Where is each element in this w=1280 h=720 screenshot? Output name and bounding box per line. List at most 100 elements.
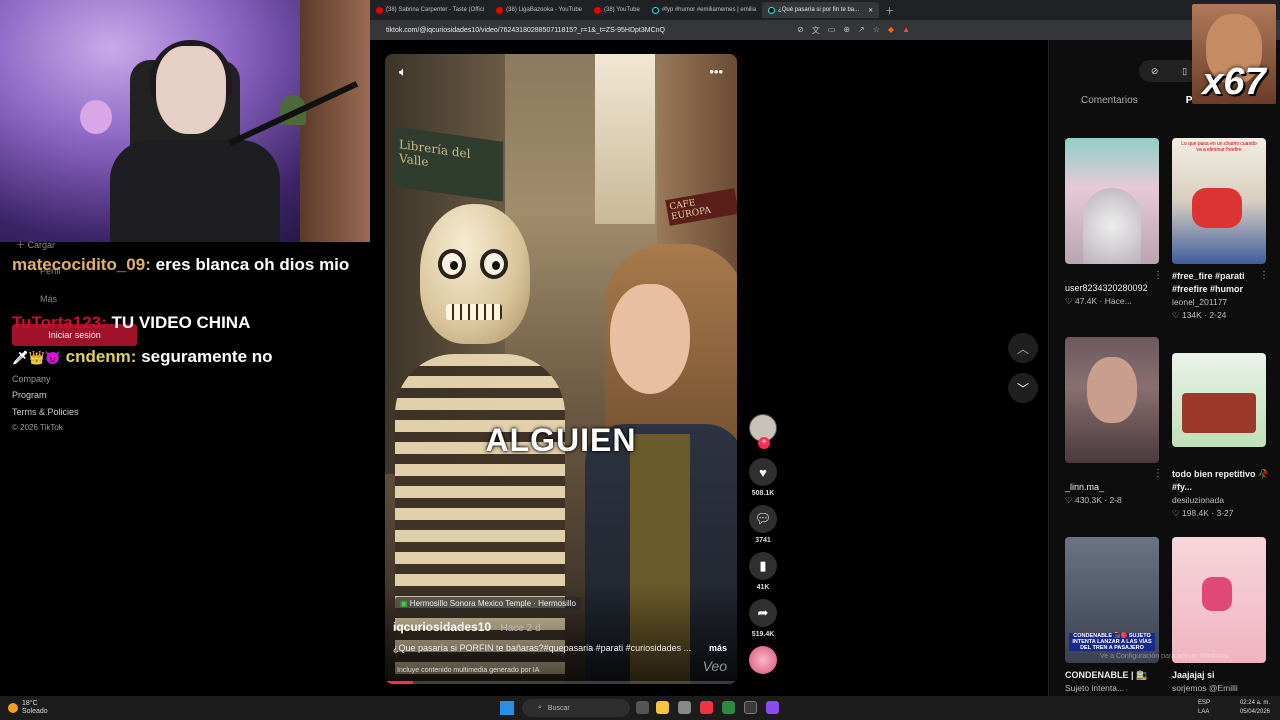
windows-activation-watermark: Ve a Configuración para activar Windows. [1100,653,1230,660]
obs-icon[interactable] [744,701,757,714]
card-author[interactable]: _linn.ma_ [1065,481,1163,494]
new-tab-icon[interactable]: ＋ [885,4,894,17]
chevron-down-icon: ﹀ [1016,381,1029,396]
twitch-icon[interactable] [766,701,779,714]
share-icon[interactable]: ➦ [749,599,777,627]
compass-icon[interactable]: ⊘ [1151,66,1159,77]
footer-link-terms[interactable]: Terms & Policies [12,407,79,417]
footer-copyright: © 2026 TikTok [12,423,63,432]
chat-message: TuTorta123: TU VIDEO CHINA [12,313,250,333]
chat-username: TuTorta123: [12,313,107,332]
file-explorer-icon[interactable] [656,701,669,714]
weather-widget[interactable]: 18°C Soleado [8,700,48,716]
streamer-face [156,46,226,134]
store-icon[interactable] [678,701,691,714]
author-name[interactable]: iqcuriosidades10 [393,620,491,634]
view-mode-toggle[interactable]: ⊘ ▯ [1139,60,1199,82]
video-card-text: Jaajajaj si sorjemos @Emilli [1172,669,1270,695]
chat-text: seguramente no [141,347,273,366]
sidebar-item-upload[interactable]: ＋ Cargar [16,238,55,251]
like-icon[interactable]: ♥ [749,458,777,486]
youtube-icon [594,6,601,14]
brave-shield-icon[interactable]: ◆ [888,25,894,36]
video-thumbnail[interactable]: Lo que pasa en un chamo cuando va a elim… [1172,138,1266,264]
card-options-icon[interactable]: ⋮ [1153,270,1163,281]
browser-tab[interactable]: #fyp #humor #emiliamemes | emilia [646,2,762,18]
video-thumbnail[interactable] [1065,337,1159,463]
location-pin-icon: ▣ [400,599,408,608]
thumb-candy [1202,577,1232,611]
meme-overlay-text: x67 [1202,61,1266,103]
clock[interactable]: 02:24 a. m. 05/04/2026 [1240,699,1270,717]
card-caption[interactable]: CONDENABLE | 🚉 [1065,669,1163,682]
skull-eye-left [438,249,466,279]
brave-browser-icon[interactable] [700,701,713,714]
music-disc-icon[interactable] [749,646,777,674]
browser-tab-active[interactable]: ¿Qué pasaría si por fin te ba... ✕ [762,2,880,18]
author-avatar[interactable]: + [749,414,777,449]
chat-text: TU VIDEO CHINA [111,313,251,332]
block-icon[interactable]: ⊘ [797,25,804,36]
footer-link-company[interactable]: Company [12,374,51,384]
card-stats: sorjemos @Emilli [1172,683,1238,693]
tiktok-icon [768,6,776,14]
comment-count: 3741 [755,537,771,544]
tab-comments[interactable]: Comentarios [1049,95,1138,106]
more-link[interactable]: más [709,643,727,653]
card-author[interactable]: user8234320280092 [1065,282,1163,295]
ai-content-note: Incluye contenido multimedia generado po… [397,667,540,674]
skull-teeth [446,304,502,320]
location-tag[interactable]: ▣ Hermosillo Sonora Mexico Temple · Herm… [395,597,581,610]
video-card-text: user8234320280092 ♡ 47.4K · Hace... [1065,282,1163,308]
follow-plus-icon[interactable]: + [758,437,770,449]
browser-tab[interactable]: (38) YouTube [588,2,646,18]
sidebar-item-more[interactable]: Más [40,294,57,304]
zoom-icon[interactable]: ⊕ [843,25,850,36]
video-thumbnail[interactable] [1065,138,1159,264]
bookmark-icon[interactable]: ▮ [749,552,777,580]
video-card-text: todo bien repetitivo 🥀 #fy... desiluzion… [1172,468,1270,520]
video-overlay-caption: ALGUIEN [485,422,637,458]
taskbar: 18°C Soleado ⌕ Buscar ESP LAA 02:24 a. m. 05… [0,696,1280,720]
card-stats: ♡ 198.4K · 3-27 [1172,508,1234,518]
language-indicator[interactable]: ESP LAA [1198,699,1210,717]
youtube-icon [496,6,504,14]
url-text[interactable]: tiktok.com/@iqcuriosidades10/video/76243… [386,27,665,34]
more-options-icon[interactable]: ••• [709,64,723,80]
cast-icon[interactable]: ▭ [828,25,836,36]
footer-link-program[interactable]: Program [12,390,47,400]
video-player[interactable]: Librería del Valle CAFE EUROPA 🔈︎ ••• AL… [385,54,737,684]
save-count: 41K [756,584,770,591]
close-icon[interactable]: ✕ [868,7,873,14]
video-thumbnail[interactable] [1172,353,1266,447]
video-thumbnail[interactable] [1172,537,1266,663]
share-icon[interactable]: ↗ [858,25,865,36]
video-progress-bar[interactable] [385,681,737,684]
browser-tab[interactable]: (38) Sabrina Carpenter - Taste (Offici [370,2,490,18]
card-options-icon[interactable]: ⋮ [1153,468,1163,479]
card-author[interactable]: desiluzionada [1172,494,1270,507]
translate-icon[interactable]: 文 [812,25,820,36]
phone-icon[interactable]: ▯ [1182,66,1187,77]
card-caption[interactable]: Jaajajaj si [1172,669,1270,682]
woman-face [610,284,690,394]
card-stats: ♡ 134K · 2-24 [1172,310,1227,320]
windows-start-icon[interactable] [500,701,514,715]
volume-icon[interactable]: 🔈︎ [399,64,407,80]
clock-time: 02:24 a. m. [1239,700,1270,706]
clock-date: 05/04/2026 [1239,709,1270,715]
card-caption[interactable]: todo bien repetitivo 🥀 #fy... [1172,468,1270,494]
taskbar-search[interactable]: ⌕ Buscar [522,699,630,717]
comment-icon[interactable]: 💬︎ [749,505,777,533]
video-thumbnail[interactable]: CONDENABLE 🚂🔴 SUJETO INTENTA LANZAR A LA… [1065,537,1159,663]
previous-video-button[interactable]: ︿ [1008,333,1038,363]
browser-tab[interactable]: (38) LigaBazooka - YouTube [490,2,588,18]
task-view-icon[interactable] [636,701,649,714]
card-caption[interactable]: #free_fire #parati #freefire #humor [1172,270,1270,296]
card-author[interactable]: leonel_201177 [1172,296,1270,309]
app-icon[interactable] [722,701,735,714]
rewards-icon[interactable]: ▲ [902,25,910,36]
thumb-text: Lo que pasa en un chamo cuando va a elim… [1181,141,1257,153]
next-video-button[interactable]: ﹀ [1008,373,1038,403]
bookmark-icon[interactable]: ☆ [873,25,880,36]
